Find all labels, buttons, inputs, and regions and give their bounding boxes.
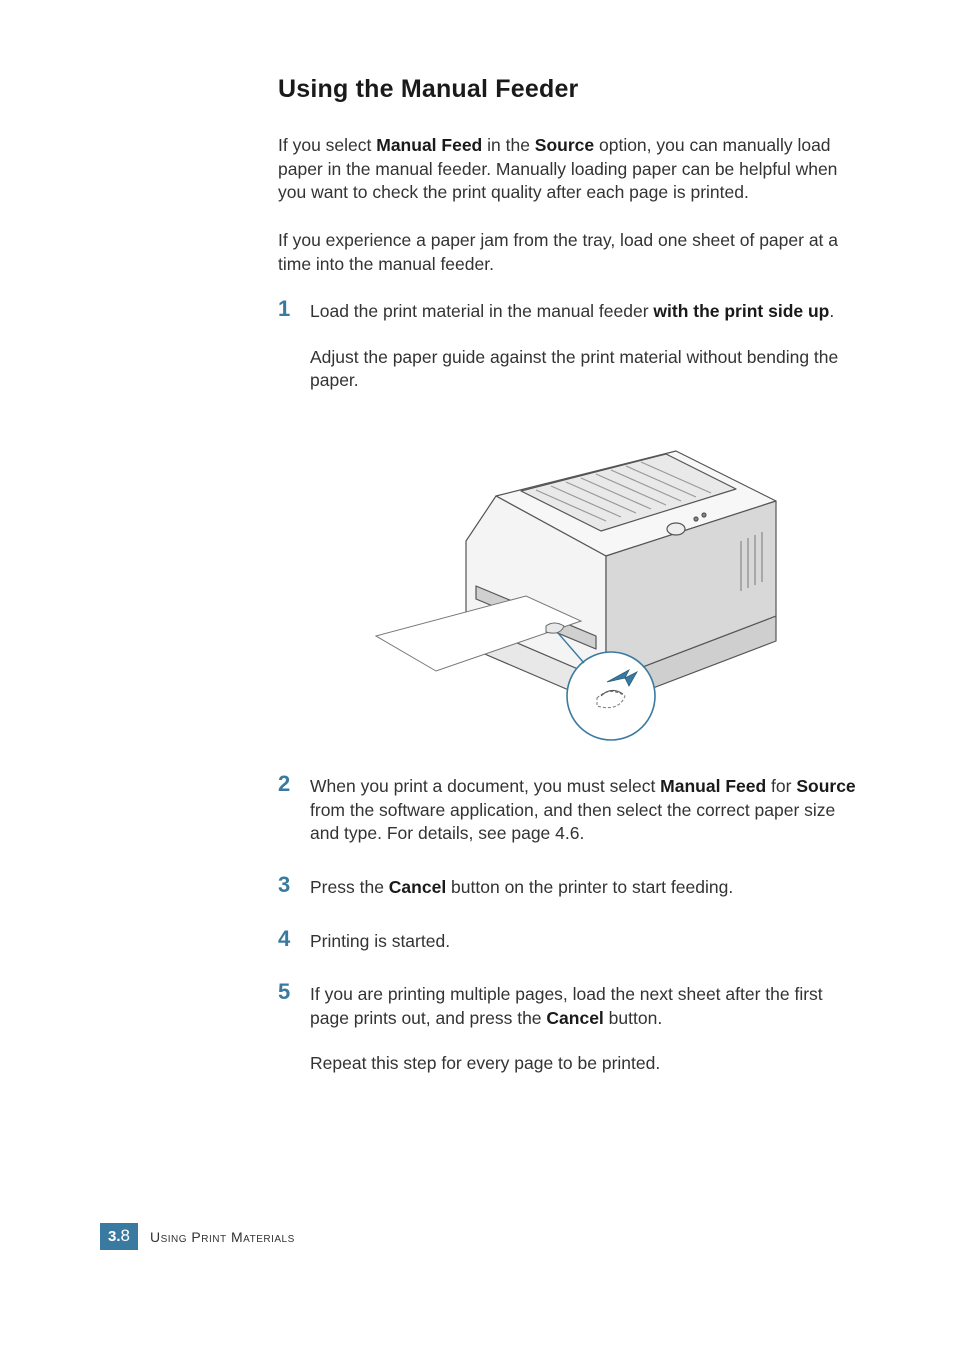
step-1: 1 Load the print material in the manual … [278, 300, 858, 741]
step-text: Load the print material in the manual fe… [310, 300, 858, 324]
section-heading: Using the Manual Feeder [278, 75, 858, 104]
page-number: 8 [121, 1226, 130, 1245]
step-number: 4 [278, 926, 290, 952]
printer-svg-icon [346, 411, 806, 741]
step-number: 5 [278, 979, 290, 1005]
chapter-number: 3. [108, 1228, 121, 1245]
step-text: When you print a document, you must sele… [310, 775, 858, 846]
page-content: Using the Manual Feeder If you select Ma… [278, 75, 858, 1106]
page-footer: 3.8 Using Print Materials [100, 1223, 295, 1250]
step-subtext: Adjust the paper guide against the print… [310, 346, 858, 393]
step-subtext: Repeat this step for every page to be pr… [310, 1052, 858, 1076]
step-text: Printing is started. [310, 930, 858, 954]
step-4: 4 Printing is started. [278, 930, 858, 954]
step-text: If you are printing multiple pages, load… [310, 983, 858, 1030]
step-2: 2 When you print a document, you must se… [278, 775, 858, 846]
step-5: 5 If you are printing multiple pages, lo… [278, 983, 858, 1076]
footer-label: Using Print Materials [150, 1229, 295, 1245]
step-list: 1 Load the print material in the manual … [278, 300, 858, 1076]
page-number-badge: 3.8 [100, 1223, 138, 1250]
step-number: 3 [278, 872, 290, 898]
step-number: 1 [278, 296, 290, 322]
step-number: 2 [278, 771, 290, 797]
intro-paragraph-2: If you experience a paper jam from the t… [278, 229, 858, 276]
intro-paragraph-1: If you select Manual Feed in the Source … [278, 134, 858, 205]
step-3: 3 Press the Cancel button on the printer… [278, 876, 858, 900]
step-text: Press the Cancel button on the printer t… [310, 876, 858, 900]
printer-illustration [346, 411, 806, 741]
